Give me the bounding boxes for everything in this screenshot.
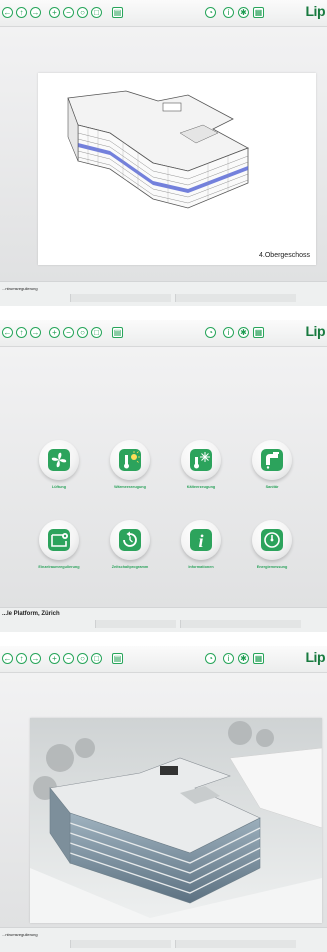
brand-logo: Lip <box>305 323 326 339</box>
building-rendering-image <box>30 718 323 923</box>
rendering-panel: ← ↑ → + − ○ □ ▤ ◔ i ✱ ▦ Lip ...ntrumsreg… <box>0 646 327 952</box>
info-icon: i <box>190 529 212 551</box>
overview-panel: ← ↑ → + − ○ □ ▤ ◔ i ✱ ▦ Lip 4.Obergescho… <box>0 0 327 306</box>
tile-label: Energiemessung <box>256 565 288 569</box>
print-icon[interactable]: ▦ <box>253 327 264 338</box>
forward-arrow-icon[interactable]: → <box>30 327 41 338</box>
status-field <box>175 294 296 302</box>
status-text: ...ntrumsregulierung <box>2 932 38 937</box>
toolbar: ← ↑ → + − ○ □ ▤ ◔ i ✱ ▦ Lip <box>0 646 327 673</box>
tile-zeitschaltprogramm[interactable]: Zeitschaltprogramm <box>105 520 153 576</box>
back-arrow-icon[interactable]: ← <box>2 653 13 664</box>
zoom-area-icon[interactable]: □ <box>91 7 102 18</box>
alarm-icon[interactable]: ◔ <box>205 327 216 338</box>
print-icon[interactable]: ▦ <box>253 653 264 664</box>
room-control-icon <box>48 529 70 551</box>
tile-energiemessung[interactable]: Energiemessung <box>247 520 295 576</box>
chart-icon[interactable]: ▤ <box>112 7 123 18</box>
settings-icon[interactable]: ✱ <box>238 7 249 18</box>
settings-icon[interactable]: ✱ <box>238 327 249 338</box>
status-bar: ...le Platform, Zürich <box>0 607 327 632</box>
tile-label: Wärmeerzeugung <box>114 485 146 489</box>
zoom-fit-icon[interactable]: ○ <box>77 327 88 338</box>
status-bar: ...ntrumsregulierung <box>0 927 327 952</box>
tile-label: Einzelraumregulierung <box>38 565 80 569</box>
tile-label: Kälteerzeugung <box>186 485 216 489</box>
zoom-out-icon[interactable]: − <box>63 653 74 664</box>
svg-text:i: i <box>198 531 203 551</box>
building-rendering[interactable] <box>30 718 323 923</box>
tile-label: Sanitär <box>265 485 279 489</box>
building-model-3d[interactable] <box>38 73 316 265</box>
view-area <box>0 673 327 928</box>
heater-icon <box>119 449 141 471</box>
tile-sanitaer[interactable]: Sanitär <box>247 440 295 496</box>
brand-logo: Lip <box>305 649 326 665</box>
menu-panel: ← ↑ → + − ○ □ ▤ ◔ i ✱ ▦ Lip Lüftung Wärm… <box>0 320 327 632</box>
status-field <box>180 620 301 628</box>
tile-einzelraumregulierung[interactable]: Einzelraumregulierung <box>34 520 82 576</box>
info-icon[interactable]: i <box>223 653 234 664</box>
settings-icon[interactable]: ✱ <box>238 653 249 664</box>
status-field <box>175 940 296 948</box>
fan-icon <box>48 449 70 471</box>
alarm-icon[interactable]: ◔ <box>205 7 216 18</box>
meter-icon <box>261 529 283 551</box>
clock-icon <box>119 529 141 551</box>
floor-label: 4.Obergeschoss <box>259 252 310 259</box>
view-area: 4.Obergeschoss <box>0 27 327 282</box>
up-arrow-icon[interactable]: ↑ <box>16 327 27 338</box>
zoom-area-icon[interactable]: □ <box>91 327 102 338</box>
status-field <box>70 294 171 302</box>
toolbar: ← ↑ → + − ○ □ ▤ ◔ i ✱ ▦ Lip <box>0 0 327 27</box>
zoom-fit-icon[interactable]: ○ <box>77 7 88 18</box>
back-arrow-icon[interactable]: ← <box>2 7 13 18</box>
status-text: ...le Platform, Zürich <box>2 611 60 617</box>
status-text: ...ntrumsregulierung <box>2 286 38 291</box>
zoom-area-icon[interactable]: □ <box>91 653 102 664</box>
status-bar: ...ntrumsregulierung <box>0 281 327 306</box>
brand-logo: Lip <box>305 3 326 19</box>
zoom-in-icon[interactable]: + <box>49 653 60 664</box>
alarm-icon[interactable]: ◔ <box>205 653 216 664</box>
status-field <box>95 620 176 628</box>
tile-informationen[interactable]: i Informationen <box>176 520 224 576</box>
forward-arrow-icon[interactable]: → <box>30 7 41 18</box>
up-arrow-icon[interactable]: ↑ <box>16 653 27 664</box>
tile-kaelteerzeugung[interactable]: Kälteerzeugung <box>176 440 224 496</box>
chart-icon[interactable]: ▤ <box>112 327 123 338</box>
info-icon[interactable]: i <box>223 7 234 18</box>
tile-waermeerzeugung[interactable]: Wärmeerzeugung <box>105 440 153 496</box>
zoom-fit-icon[interactable]: ○ <box>77 653 88 664</box>
info-icon[interactable]: i <box>223 327 234 338</box>
zoom-out-icon[interactable]: − <box>63 7 74 18</box>
tile-label: Lüftung <box>51 485 67 489</box>
tile-label: Informationen <box>188 565 214 569</box>
zoom-in-icon[interactable]: + <box>49 327 60 338</box>
up-arrow-icon[interactable]: ↑ <box>16 7 27 18</box>
tile-lueftung[interactable]: Lüftung <box>34 440 82 496</box>
status-field <box>70 940 171 948</box>
chart-icon[interactable]: ▤ <box>112 653 123 664</box>
building-plan-canvas: 4.Obergeschoss <box>38 73 316 265</box>
print-icon[interactable]: ▦ <box>253 7 264 18</box>
faucet-icon <box>261 449 283 471</box>
toolbar: ← ↑ → + − ○ □ ▤ ◔ i ✱ ▦ Lip <box>0 320 327 347</box>
zoom-out-icon[interactable]: − <box>63 327 74 338</box>
snowflake-icon <box>190 449 212 471</box>
forward-arrow-icon[interactable]: → <box>30 653 41 664</box>
back-arrow-icon[interactable]: ← <box>2 327 13 338</box>
tile-label: Zeitschaltprogramm <box>111 565 149 569</box>
zoom-in-icon[interactable]: + <box>49 7 60 18</box>
view-area: Lüftung Wärmeerzeugung Kälteerzeugung Sa… <box>0 347 327 608</box>
